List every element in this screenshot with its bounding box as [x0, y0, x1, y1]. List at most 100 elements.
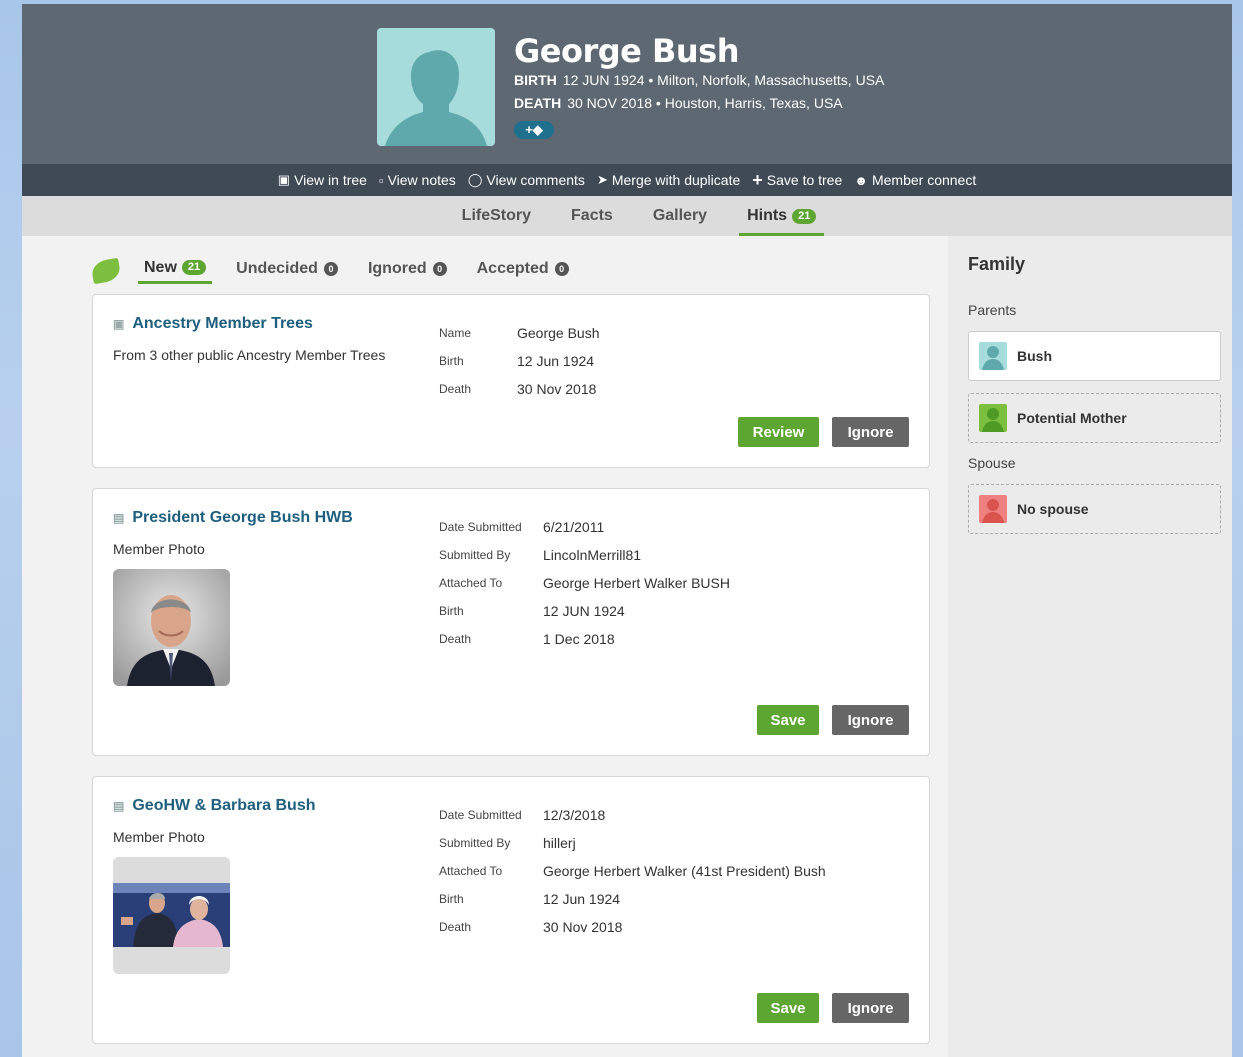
- view-notes-label: View notes: [387, 172, 456, 188]
- hint-tab-ignored[interactable]: Ignored 0: [362, 254, 453, 284]
- save-button[interactable]: Save: [757, 705, 819, 735]
- hint-subtitle: Member Photo: [113, 541, 205, 557]
- hint-tab-new-label: New: [144, 258, 177, 276]
- plus-icon: +: [752, 169, 763, 190]
- female-avatar-icon: [979, 404, 1007, 432]
- parents-label: Parents: [968, 302, 1017, 318]
- ignore-button[interactable]: Ignore: [832, 417, 909, 447]
- people-icon: ☻: [854, 172, 868, 188]
- hint-title: Ancestry Member Trees: [132, 315, 313, 332]
- view-notes-link[interactable]: ▫ View notes: [379, 172, 456, 188]
- hint-tab-accepted-label: Accepted: [476, 260, 549, 277]
- fact-row: Date Submitted 12/3/2018: [439, 801, 826, 829]
- fact-key: Attached To: [439, 864, 503, 878]
- person-header: George Bush BIRTH 12 JUN 1924 • Milton, N…: [22, 4, 1232, 164]
- fact-value: 6/21/2011: [543, 519, 605, 535]
- hint-tab-ignored-label: Ignored: [367, 260, 427, 277]
- hint-tab-undecided[interactable]: Undecided 0: [230, 254, 344, 284]
- review-button[interactable]: Review: [738, 417, 819, 447]
- father-card[interactable]: Bush: [968, 331, 1221, 381]
- tree-icon: ▣: [277, 172, 291, 187]
- merge-label: Merge with duplicate: [611, 172, 741, 188]
- fact-value: 30 Nov 2018: [543, 919, 623, 935]
- fact-key: Birth: [439, 354, 464, 368]
- accepted-count-badge: 0: [554, 262, 569, 276]
- tree-icon: ▣: [113, 317, 125, 331]
- hint-title-link[interactable]: ▤ President George Bush HWB: [113, 509, 353, 527]
- hint-photo-thumbnail[interactable]: [113, 857, 230, 974]
- fact-value: hillerj: [543, 835, 576, 851]
- mother-name: Potential Mother: [1017, 410, 1127, 426]
- fact-key: Death: [439, 920, 472, 934]
- view-in-tree-link[interactable]: ▣ View in tree: [278, 172, 367, 188]
- mother-card[interactable]: Potential Mother: [968, 393, 1221, 443]
- male-avatar-icon: [979, 342, 1007, 370]
- save-to-tree-link[interactable]: + Save to tree: [752, 170, 842, 191]
- fact-value: George Herbert Walker BUSH: [543, 575, 730, 591]
- fact-value: 12 Jun 1924: [517, 353, 595, 369]
- hint-title: President George Bush HWB: [132, 509, 353, 526]
- fact-row: Birth 12 Jun 1924: [439, 885, 826, 913]
- merge-duplicate-link[interactable]: ➤ Merge with duplicate: [597, 172, 740, 188]
- fact-row: Attached To George Herbert Walker BUSH: [439, 569, 730, 597]
- hint-facts: Date Submitted 6/21/2011 Submitted By Li…: [439, 513, 730, 653]
- hint-facts: Date Submitted 12/3/2018 Submitted By hi…: [439, 801, 826, 941]
- view-comments-link[interactable]: ◯ View comments: [468, 172, 585, 188]
- hint-tab-undecided-label: Undecided: [236, 260, 318, 277]
- death-label: DEATH: [514, 95, 562, 111]
- add-tag-button[interactable]: +◆: [514, 121, 554, 139]
- fact-value: George Herbert Walker (41st President) B…: [543, 863, 826, 879]
- save-to-tree-label: Save to tree: [766, 172, 843, 188]
- tab-hints[interactable]: Hints 21: [739, 196, 825, 236]
- hint-photo-thumbnail[interactable]: [113, 569, 230, 686]
- silhouette-icon: [385, 50, 487, 146]
- tab-facts[interactable]: Facts: [563, 196, 621, 236]
- ignored-count-badge: 0: [432, 262, 447, 276]
- fact-row: Death 30 Nov 2018: [439, 913, 826, 941]
- father-name: Bush: [1017, 348, 1052, 364]
- hint-facts: Name George Bush Birth 12 Jun 1924 Death…: [439, 319, 600, 403]
- fact-row: Attached To George Herbert Walker (41st …: [439, 857, 826, 885]
- birth-line: BIRTH 12 JUN 1924 • Milton, Norfolk, Mass…: [514, 72, 884, 88]
- view-in-tree-label: View in tree: [294, 172, 367, 188]
- hint-title-link[interactable]: ▣ Ancestry Member Trees: [113, 315, 313, 333]
- ignore-button[interactable]: Ignore: [832, 993, 909, 1023]
- fact-key: Submitted By: [439, 548, 511, 562]
- fact-key: Submitted By: [439, 836, 511, 850]
- fact-row: Death 1 Dec 2018: [439, 625, 730, 653]
- family-sidebar: Family Parents Bush Potential Mother Spo…: [948, 236, 1232, 1057]
- fact-value: 12/3/2018: [543, 807, 606, 823]
- fact-key: Name: [439, 326, 472, 340]
- hint-card: ▤ President George Bush HWB Member Photo: [92, 488, 930, 756]
- fact-value: 12 Jun 1924: [543, 891, 621, 907]
- fact-key: Birth: [439, 892, 464, 906]
- fact-value: George Bush: [517, 325, 600, 341]
- hint-title: GeoHW & Barbara Bush: [132, 797, 316, 814]
- tab-lifestory[interactable]: LifeStory: [454, 196, 539, 236]
- hint-filter-tabs: New 21 Undecided 0 Ignored 0 Accepted 0: [90, 254, 575, 285]
- member-connect-label: Member connect: [871, 172, 977, 188]
- fact-key: Death: [439, 382, 472, 396]
- hint-title-link[interactable]: ▤ GeoHW & Barbara Bush: [113, 797, 315, 815]
- member-connect-link[interactable]: ☻ Member connect: [854, 172, 976, 188]
- fact-key: Date Submitted: [439, 808, 522, 822]
- hint-subtitle: Member Photo: [113, 829, 205, 845]
- tab-gallery[interactable]: Gallery: [645, 196, 715, 236]
- clipboard-icon: ▫: [378, 172, 384, 188]
- person-avatar[interactable]: [377, 28, 495, 146]
- spouse-card[interactable]: No spouse: [968, 484, 1221, 534]
- fact-row: Birth 12 Jun 1924: [439, 347, 600, 375]
- couple-photo-image: [113, 857, 230, 974]
- photo-icon: ▤: [113, 511, 125, 525]
- person-page: George Bush BIRTH 12 JUN 1924 • Milton, N…: [22, 4, 1232, 1057]
- hints-panel: New 21 Undecided 0 Ignored 0 Accepted 0 …: [22, 236, 948, 1057]
- portrait-image: [113, 569, 230, 686]
- ignore-button[interactable]: Ignore: [832, 705, 909, 735]
- death-value: 30 NOV 2018 • Houston, Harris, Texas, US…: [567, 95, 843, 111]
- fact-key: Death: [439, 632, 472, 646]
- save-button[interactable]: Save: [757, 993, 819, 1023]
- hint-tab-accepted[interactable]: Accepted 0: [471, 254, 575, 284]
- hint-tab-new[interactable]: New 21: [138, 254, 213, 284]
- person-toolbar: ▣ View in tree ▫ View notes ◯ View comme…: [22, 164, 1232, 196]
- hint-subtitle: From 3 other public Ancestry Member Tree…: [113, 347, 386, 363]
